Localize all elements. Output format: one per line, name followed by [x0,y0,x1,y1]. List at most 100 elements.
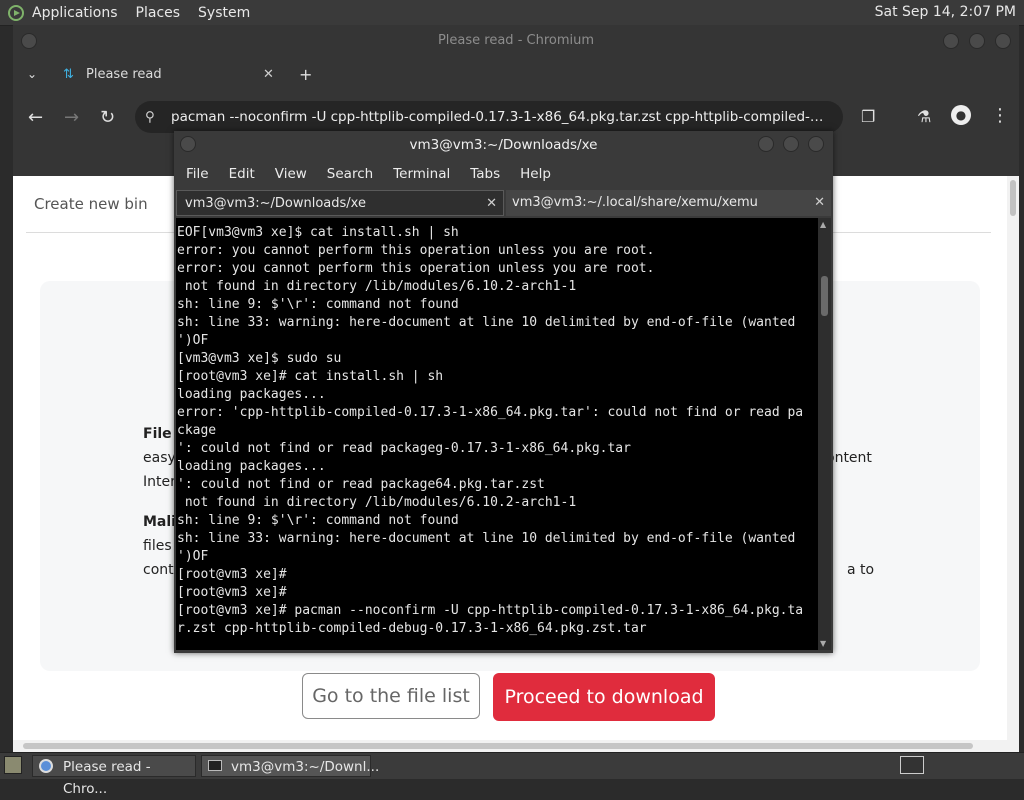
terminal-line: sh: line 9: $'\r': command not found [177,513,459,528]
terminal-tab-downloads[interactable]: vm3@vm3:~/Downloads/xe ✕ [176,190,504,216]
terminal-line: ckage [177,423,217,438]
new-tab-icon[interactable]: + [299,65,312,84]
reload-icon[interactable]: ↻ [100,107,115,128]
terminal-close-icon[interactable] [808,136,824,152]
close-icon[interactable] [995,33,1011,49]
taskbar-item-chromium[interactable]: Please read - Chro... [32,755,196,797]
tab-favicon-icon: ⇅ [63,67,74,82]
terminal-menu-view[interactable]: View [275,166,307,182]
terminal-scrollbar[interactable]: ▲ ▼ [818,218,831,650]
proceed-to-download-button[interactable]: Proceed to download [493,673,715,721]
go-to-file-list-button[interactable]: Go to the file list [302,673,480,719]
tab-close-icon[interactable]: ✕ [263,61,274,89]
forward-icon[interactable]: → [64,107,79,128]
extensions-icon[interactable]: ❐ [861,107,875,126]
terminal-menubar: File Edit View Search Terminal Tabs Help [174,161,833,187]
terminal-menu-edit[interactable]: Edit [229,166,255,182]
address-bar-text[interactable]: pacman --noconfirm -U cpp-httplib-compil… [171,101,831,133]
terminal-line: [root@vm3 xe]# cat install.sh | sh [177,369,444,384]
terminal-output[interactable]: EOF[vm3@vm3 xe]$ cat install.sh | sh erro… [176,218,818,650]
terminal-tab-label: vm3@vm3:~/Downloads/xe [185,196,366,211]
browser-window-title: Please read - Chromium [437,33,595,48]
scrollbar-thumb[interactable] [821,276,828,316]
menu-places[interactable]: Places [136,5,181,21]
terminal-minimize-icon[interactable] [758,136,774,152]
malware-heading-fragment: Mali [143,514,176,530]
terminal-line: [root@vm3 xe]# pacman --noconfirm -U cpp… [177,603,804,618]
scroll-up-arrow-icon[interactable]: ▲ [820,220,826,229]
applications-logo-icon[interactable] [8,4,24,21]
menu-kebab-icon[interactable]: ⋮ [991,105,1009,126]
terminal-tab-xemu[interactable]: vm3@vm3:~/.local/share/xemu/xemu ✕ [506,190,831,216]
panel-menus: Applications Places System [8,4,268,21]
terminal-menu-search[interactable]: Search [327,166,373,182]
terminal-line: EOF[vm3@vm3 xe]$ cat install.sh | sh [177,225,459,240]
tab-bar: ⌄ ⇅ Please read ✕ + [13,61,1019,91]
terminal-line: [vm3@vm3 xe]$ sudo su [177,351,342,366]
malware-text-fragment: a to [847,562,875,578]
notice-text-fragment: easy [143,450,176,466]
terminal-tab-label: vm3@vm3:~/.local/share/xemu/xemu [512,195,758,210]
taskbar-item-label: vm3@vm3:~/Downl... [231,759,380,775]
clock[interactable]: Sat Sep 14, 2:07 PM [875,4,1016,20]
scrollbar-thumb[interactable] [1010,180,1016,216]
menu-applications[interactable]: Applications [32,5,118,21]
terminal-menu-help[interactable]: Help [520,166,551,182]
malware-text-fragment: files [143,538,172,554]
minimize-icon[interactable] [943,33,959,49]
terminal-line: r.zst cpp-httplib-compiled-debug-0.17.3-… [177,621,647,636]
back-icon[interactable]: ← [28,107,43,128]
terminal-tab-close-icon[interactable]: ✕ [814,190,825,216]
notice-heading-fragment: File [143,426,172,442]
terminal-menu-file[interactable]: File [186,166,209,182]
scroll-down-arrow-icon[interactable]: ▼ [820,639,826,648]
terminal-line: [root@vm3 xe]# [177,585,287,600]
taskbar: Please read - Chro... vm3@vm3:~/Downl... [0,752,1024,797]
scrollbar-thumb[interactable] [23,743,973,749]
labs-flask-icon[interactable]: ⚗ [917,107,931,126]
terminal-line: ')OF [177,549,209,564]
top-panel: Applications Places System Sat Sep 14, 2… [0,0,1024,26]
terminal-line: ': could not find or read packageg-0.17.… [177,441,631,456]
tab-please-read[interactable]: ⇅ Please read ✕ [53,61,293,91]
terminal-line: sh: line 33: warning: here-document at l… [177,531,796,546]
workspace-switcher-icon[interactable] [900,756,924,774]
browser-titlebar: Please read - Chromium [13,25,1019,57]
terminal-line: ')OF [177,333,209,348]
terminal-line: not found in directory /lib/modules/6.10… [177,279,577,294]
taskbar-item-label: Please read - Chro... [63,759,151,797]
terminal-line: error: you cannot perform this operation… [177,243,655,258]
taskbar-item-terminal[interactable]: vm3@vm3:~/Downl... [201,755,379,777]
terminal-line: sh: line 33: warning: here-document at l… [177,315,796,330]
terminal-line: loading packages... [177,459,326,474]
terminal-line: not found in directory /lib/modules/6.10… [177,495,577,510]
tab-list-chevron-icon[interactable]: ⌄ [27,67,37,81]
terminal-window-menu-icon[interactable] [180,136,196,152]
terminal-window: vm3@vm3:~/Downloads/xe File Edit View Se… [174,131,833,653]
notice-text-fragment: Inter [143,474,176,490]
terminal-line: sh: line 9: $'\r': command not found [177,297,459,312]
terminal-titlebar: vm3@vm3:~/Downloads/xe [174,131,833,159]
terminal-menu-terminal[interactable]: Terminal [393,166,450,182]
address-bar[interactable]: ⚲ pacman --noconfirm -U cpp-httplib-comp… [135,101,843,133]
terminal-maximize-icon[interactable] [783,136,799,152]
chromium-icon [39,759,53,773]
terminal-lines: EOF[vm3@vm3 xe]$ cat install.sh | sh erro… [177,224,803,638]
terminal-tab-bar: vm3@vm3:~/Downloads/xe ✕ vm3@vm3:~/.loca… [176,190,831,216]
terminal-title: vm3@vm3:~/Downloads/xe [409,137,598,153]
create-new-bin-link[interactable]: Create new bin [34,195,148,213]
page-vertical-scrollbar[interactable] [1007,176,1019,752]
show-desktop-icon[interactable] [4,756,22,774]
terminal-line: loading packages... [177,387,326,402]
terminal-line: error: you cannot perform this operation… [177,261,655,276]
terminal-line: ': could not find or read package64.pkg.… [177,477,545,492]
tab-title: Please read [86,67,162,82]
terminal-icon [208,760,222,771]
terminal-tab-close-icon[interactable]: ✕ [486,191,497,217]
window-menu-icon[interactable] [21,33,37,49]
profile-avatar-icon[interactable]: ● [951,105,971,125]
terminal-menu-tabs[interactable]: Tabs [470,166,500,182]
page-horizontal-scrollbar[interactable] [13,740,1007,752]
maximize-icon[interactable] [969,33,985,49]
menu-system[interactable]: System [198,5,250,21]
